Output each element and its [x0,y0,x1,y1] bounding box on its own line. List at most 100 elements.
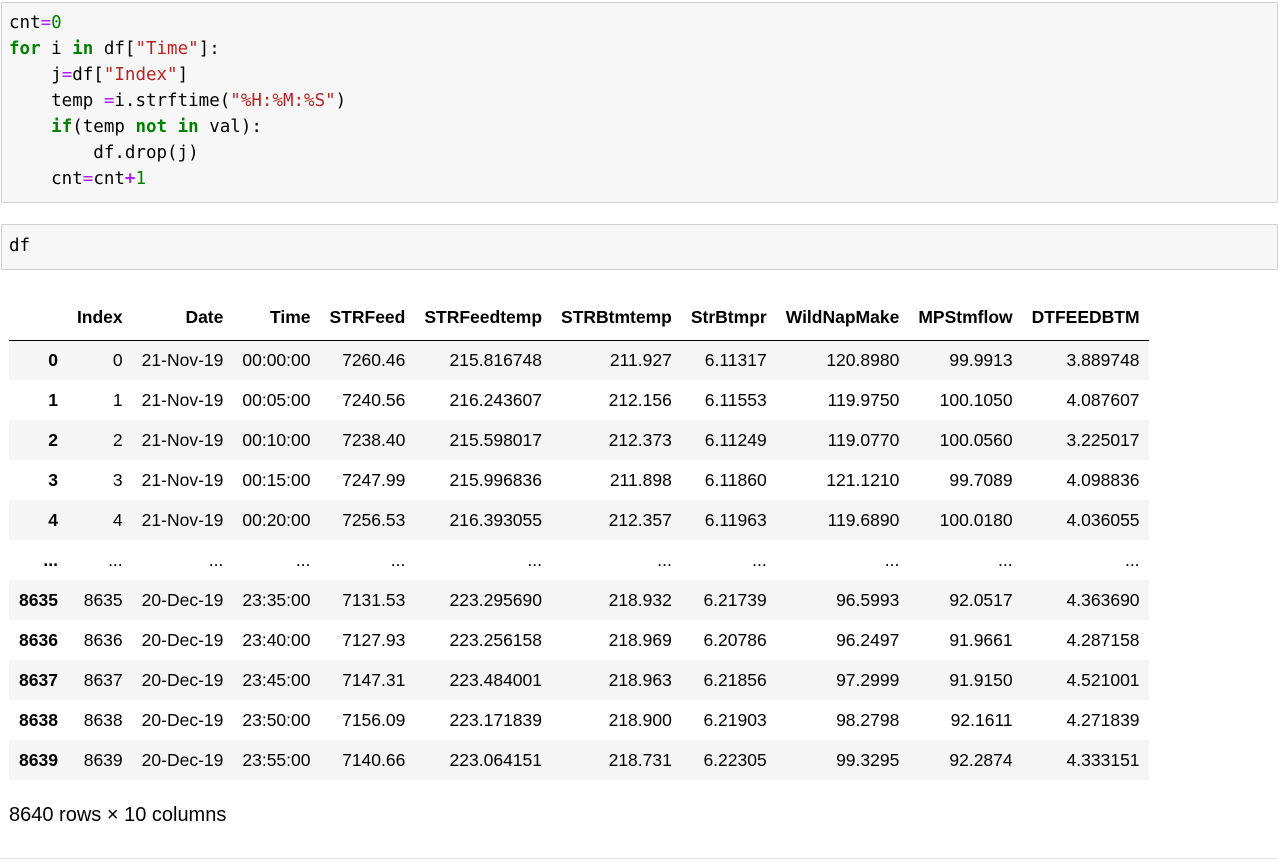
row-index: 8635 [19,589,58,610]
code-token: if [51,117,73,137]
row-index: ... [43,549,58,570]
table-cell: 7147.31 [342,669,406,690]
table-cell: 00:10:00 [242,429,311,450]
column-header: MPStmflow [908,296,1022,341]
code-token: cnt [93,169,125,189]
code-cell-loop[interactable]: cnt=0 for i in df["Time"]: j=df["Index"]… [1,2,1278,203]
code-token: j [9,65,62,85]
table-row: 8637 8637 20-Dec-19 23:45:00 7147.31 223.4840… [9,660,1149,700]
column-header: Date [131,296,233,341]
table-cell: 4.271839 [1066,709,1140,730]
table-cell: 119.6890 [827,509,900,530]
table-cell: 223.171839 [449,709,543,730]
row-index: 8636 [19,629,58,650]
table-cell: 1 [112,389,123,410]
table-cell: 00:00:00 [242,349,311,370]
row-index: 4 [48,509,58,530]
code-token: ] [177,65,189,85]
code-token: temp [9,91,104,111]
table-cell: 215.996836 [449,469,543,490]
table-cell: 6.20786 [703,629,767,650]
table-cell: 215.598017 [449,429,543,450]
table-cell: 7140.66 [342,749,406,770]
code-token: in [72,39,94,59]
row-index: 1 [48,389,58,410]
code-token: cnt [9,13,41,33]
column-header: Time [232,296,320,341]
table-cell: 92.2874 [949,749,1013,770]
table-cell: 212.373 [608,429,672,450]
table-cell: 4 [112,509,123,530]
table-cell: 20-Dec-19 [141,629,224,650]
code-cell-df[interactable]: df [1,224,1278,270]
code-token: df.drop(j) [9,143,199,163]
table-cell: 00:20:00 [242,509,311,530]
table-cell: 216.393055 [449,509,543,530]
table-cell: 121.1210 [826,469,900,490]
row-index: 2 [48,429,58,450]
table-cell: ... [108,549,123,570]
table-cell: 21-Nov-19 [141,389,224,410]
code-token: ) [335,91,347,111]
code-token: + [124,169,136,189]
table-cell: 3.225017 [1066,429,1140,450]
table-cell: 4.098836 [1066,469,1140,490]
table-cell: 7127.93 [342,629,406,650]
table-cell: 7260.46 [342,349,406,370]
table-cell: 21-Nov-19 [141,429,224,450]
table-row: 2 2 21-Nov-19 00:10:00 7238.40 215.598017 212.… [9,420,1149,460]
table-cell: 8637 [83,669,123,690]
table-cell: 212.357 [608,509,672,530]
table-cell: 99.7089 [949,469,1013,490]
table-cell: ... [527,549,543,570]
code-line: temp =i.strftime("%H:%M:%S") [9,91,346,111]
table-cell: 6.11553 [704,389,767,410]
table-cell: 3.889748 [1066,349,1140,370]
column-header: DTFEEDBTM [1021,296,1149,341]
table-cell: 218.963 [608,669,672,690]
table-cell: 92.0517 [949,589,1013,610]
column-header: STRFeed [319,296,415,341]
code-line: df [9,236,30,256]
code-editor[interactable]: df [2,225,1277,259]
table-cell: ... [208,549,224,570]
code-token: = [82,169,94,189]
code-token: 1 [135,169,147,189]
code-editor[interactable]: cnt=0 for i in df["Time"]: j=df["Index"]… [2,3,1277,192]
code-line: cnt=cnt+1 [9,169,146,189]
row-index: 8637 [19,669,58,690]
table-cell: 2 [112,429,123,450]
table-cell: ... [752,549,767,570]
code-line: if(temp not in val): [9,117,262,137]
table-cell: 223.295690 [449,589,543,610]
table-cell: 7240.56 [342,389,406,410]
code-line: for i in df["Time"]: [9,39,220,59]
table-cell: 119.0770 [827,429,900,450]
table-cell: 0 [112,349,123,370]
table-cell: 21-Nov-19 [141,469,224,490]
code-token: for [9,39,41,59]
table-cell: 223.064151 [449,749,543,770]
table-cell: 120.8980 [826,349,900,370]
column-header: STRBtmtemp [551,296,681,341]
table-cell: 6.21903 [703,709,767,730]
table-cell: 8639 [83,749,123,770]
dataframe-output: Index Date Time STRFeed STRFeedtemp STRBtmtem… [9,296,1149,780]
table-cell: ... [657,549,672,570]
table-cell: 4.333151 [1066,749,1140,770]
table-cell: 6.11860 [704,469,767,490]
code-token: df[ [72,65,104,85]
row-index: 3 [48,469,58,490]
code-token: = [61,65,73,85]
table-cell: 23:35:00 [242,589,311,610]
table-cell: 20-Dec-19 [141,709,224,730]
column-header: STRFeedtemp [414,296,552,341]
table-cell: 218.731 [608,749,672,770]
code-token: in [177,117,199,137]
table-cell: 4.036055 [1066,509,1140,530]
code-token: "Index" [103,65,178,85]
table-cell: 20-Dec-19 [141,749,224,770]
table-cell: 23:55:00 [242,749,311,770]
table-cell: 23:50:00 [242,709,311,730]
